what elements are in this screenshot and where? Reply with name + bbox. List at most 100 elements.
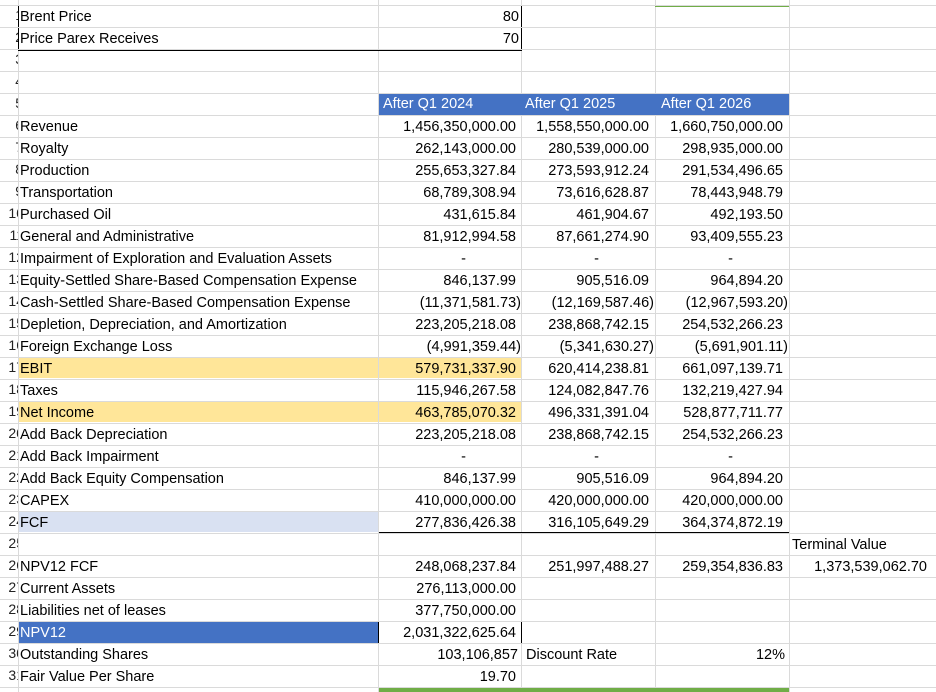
row-value[interactable]: 78,443,948.79 (655, 182, 783, 204)
row-value[interactable]: - (655, 446, 733, 468)
row-value[interactable]: 68,789,308.94 (379, 182, 516, 204)
row-number[interactable]: 6 (0, 117, 18, 133)
row-number[interactable]: 24 (0, 513, 18, 529)
row-value[interactable]: 280,539,000.00 (521, 138, 649, 160)
row-number[interactable]: 5 (0, 95, 18, 111)
row-value[interactable]: 93,409,555.23 (655, 226, 783, 248)
row-value[interactable]: 132,219,427.94 (655, 380, 783, 402)
npv-fcf-terminal[interactable]: 1,373,539,062.70 (789, 556, 927, 578)
spreadsheet-grid[interactable]: 1234567891011121314151617181920212223242… (0, 0, 936, 692)
row-number[interactable]: 13 (0, 271, 18, 287)
row-value[interactable]: 277,836,426.38 (379, 512, 516, 534)
row-number[interactable]: 3 (0, 51, 18, 67)
row-value[interactable]: - (655, 248, 733, 270)
row-value[interactable]: 87,661,274.90 (521, 226, 649, 248)
row-number[interactable]: 21 (0, 447, 18, 463)
row-number[interactable]: 30 (0, 645, 18, 661)
row-value[interactable]: 262,143,000.00 (379, 138, 516, 160)
row-number[interactable]: 8 (0, 161, 18, 177)
current-assets-value[interactable]: 276,113,000.00 (379, 578, 516, 600)
npv12-value[interactable]: 2,031,322,625.64 (379, 622, 516, 644)
discount-rate-value[interactable]: 12% (655, 644, 785, 666)
row-value[interactable]: - (521, 446, 599, 468)
row-value[interactable]: 431,615.84 (379, 204, 516, 226)
row-value[interactable]: (12,169,587.46) (521, 292, 654, 314)
row-value[interactable]: 254,532,266.23 (655, 314, 783, 336)
row-value[interactable]: 291,534,496.65 (655, 160, 783, 182)
liabilities-value[interactable]: 377,750,000.00 (379, 600, 516, 622)
row-number[interactable]: 14 (0, 293, 18, 309)
row-value[interactable]: 579,731,337.90 (379, 358, 516, 380)
row-value[interactable]: 223,205,218.08 (379, 314, 516, 336)
row-number[interactable]: 28 (0, 601, 18, 617)
row-number[interactable]: 29 (0, 623, 18, 639)
row-value[interactable]: - (379, 248, 466, 270)
row-number[interactable]: 27 (0, 579, 18, 595)
row-number[interactable]: 11 (0, 227, 18, 243)
row-number[interactable]: 1 (0, 7, 18, 23)
row-value[interactable]: 420,000,000.00 (655, 490, 783, 512)
row-number[interactable]: 9 (0, 183, 18, 199)
row-value[interactable]: 496,331,391.04 (521, 402, 649, 424)
row-value[interactable]: 73,616,628.87 (521, 182, 649, 204)
row-value[interactable]: 905,516.09 (521, 468, 649, 490)
row-value[interactable]: 661,097,139.71 (655, 358, 783, 380)
row-value[interactable]: 846,137.99 (379, 270, 516, 292)
row-value[interactable]: 964,894.20 (655, 468, 783, 490)
row-number[interactable]: 22 (0, 469, 18, 485)
row-number[interactable]: 18 (0, 381, 18, 397)
row-value[interactable]: (5,691,901.11) (655, 336, 788, 358)
row-number[interactable]: 26 (0, 557, 18, 573)
row-number[interactable]: 4 (0, 73, 18, 89)
shares-value[interactable]: 103,106,857 (379, 644, 518, 666)
row-value[interactable]: 463,785,070.32 (379, 402, 516, 424)
npv-fcf-2026[interactable]: 259,354,836.83 (655, 556, 783, 578)
row-value[interactable]: - (379, 446, 466, 468)
row-value[interactable]: 528,877,711.77 (655, 402, 783, 424)
row-value[interactable]: 620,414,238.81 (521, 358, 649, 380)
row-number[interactable]: 25 (0, 535, 18, 551)
row-value[interactable]: 1,660,750,000.00 (655, 116, 783, 138)
row-value[interactable]: 316,105,649.29 (521, 512, 649, 534)
fair-value-value[interactable]: 19.70 (379, 666, 516, 688)
row-number[interactable]: 12 (0, 249, 18, 265)
row-value[interactable]: 364,374,872.19 (655, 512, 783, 534)
npv-fcf-2024[interactable]: 248,068,237.84 (379, 556, 516, 578)
row-number[interactable]: 19 (0, 403, 18, 419)
row-value[interactable]: 298,935,000.00 (655, 138, 783, 160)
row-value[interactable]: 461,904.67 (521, 204, 649, 226)
row-number[interactable]: 31 (0, 667, 18, 683)
row-number[interactable]: 23 (0, 491, 18, 507)
row-number[interactable]: 17 (0, 359, 18, 375)
row-value[interactable]: (5,341,630.27) (521, 336, 654, 358)
row-value[interactable]: 81,912,994.58 (379, 226, 516, 248)
row-value[interactable]: 846,137.99 (379, 468, 516, 490)
row-number[interactable]: 2 (0, 29, 18, 45)
row-number[interactable]: 20 (0, 425, 18, 441)
row-value[interactable]: 255,653,327.84 (379, 160, 516, 182)
row-number[interactable]: 16 (0, 337, 18, 353)
row-value[interactable]: (12,967,593.20) (655, 292, 788, 314)
row-value[interactable]: 964,894.20 (655, 270, 783, 292)
row-value[interactable]: 905,516.09 (521, 270, 649, 292)
row-value[interactable]: 1,558,550,000.00 (521, 116, 649, 138)
row-value[interactable]: 238,868,742.15 (521, 314, 649, 336)
row-value[interactable]: 1,456,350,000.00 (379, 116, 516, 138)
row-number[interactable]: 7 (0, 139, 18, 155)
row-number[interactable]: 15 (0, 315, 18, 331)
row-value[interactable]: 420,000,000.00 (521, 490, 649, 512)
row-value[interactable]: 254,532,266.23 (655, 424, 783, 446)
row-value[interactable]: 115,946,267.58 (379, 380, 516, 402)
row-value[interactable]: 273,593,912.24 (521, 160, 649, 182)
parex-value[interactable]: 70 (379, 28, 519, 50)
row-value[interactable]: (11,371,581.73) (379, 292, 521, 314)
row-value[interactable]: (4,991,359.44) (379, 336, 521, 358)
row-value[interactable]: 238,868,742.15 (521, 424, 649, 446)
npv-fcf-2025[interactable]: 251,997,488.27 (521, 556, 649, 578)
row-value[interactable]: 223,205,218.08 (379, 424, 516, 446)
brent-value[interactable]: 80 (379, 6, 519, 28)
row-value[interactable]: - (521, 248, 599, 270)
row-number[interactable]: 10 (0, 205, 18, 221)
row-value[interactable]: 492,193.50 (655, 204, 783, 226)
row-value[interactable]: 410,000,000.00 (379, 490, 516, 512)
